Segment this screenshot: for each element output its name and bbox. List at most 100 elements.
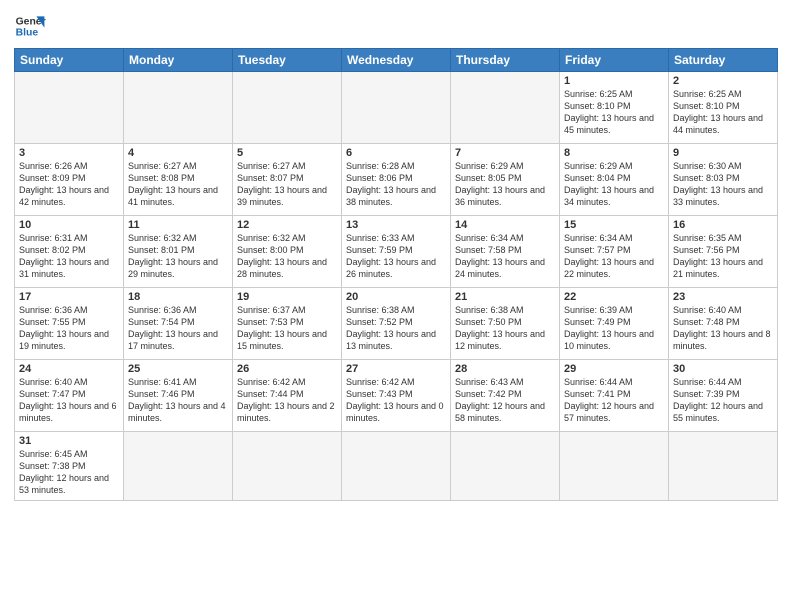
day-info: Sunrise: 6:29 AM Sunset: 8:05 PM Dayligh… [455,160,555,209]
day-info: Sunrise: 6:32 AM Sunset: 8:01 PM Dayligh… [128,232,228,281]
day-info: Sunrise: 6:45 AM Sunset: 7:38 PM Dayligh… [19,448,119,497]
calendar-cell: 28Sunrise: 6:43 AM Sunset: 7:42 PM Dayli… [451,360,560,432]
day-number: 21 [455,291,555,303]
calendar-cell: 13Sunrise: 6:33 AM Sunset: 7:59 PM Dayli… [342,216,451,288]
week-row-2: 10Sunrise: 6:31 AM Sunset: 8:02 PM Dayli… [15,216,778,288]
calendar-cell: 19Sunrise: 6:37 AM Sunset: 7:53 PM Dayli… [233,288,342,360]
week-row-3: 17Sunrise: 6:36 AM Sunset: 7:55 PM Dayli… [15,288,778,360]
calendar-cell: 3Sunrise: 6:26 AM Sunset: 8:09 PM Daylig… [15,144,124,216]
day-info: Sunrise: 6:42 AM Sunset: 7:44 PM Dayligh… [237,376,337,425]
calendar-cell [233,432,342,501]
day-number: 23 [673,291,773,303]
day-info: Sunrise: 6:41 AM Sunset: 7:46 PM Dayligh… [128,376,228,425]
calendar-cell: 31Sunrise: 6:45 AM Sunset: 7:38 PM Dayli… [15,432,124,501]
day-info: Sunrise: 6:27 AM Sunset: 8:07 PM Dayligh… [237,160,337,209]
day-number: 27 [346,363,446,375]
day-number: 1 [564,75,664,87]
day-info: Sunrise: 6:29 AM Sunset: 8:04 PM Dayligh… [564,160,664,209]
day-info: Sunrise: 6:32 AM Sunset: 8:00 PM Dayligh… [237,232,337,281]
calendar-cell: 9Sunrise: 6:30 AM Sunset: 8:03 PM Daylig… [669,144,778,216]
day-number: 28 [455,363,555,375]
week-row-0: 1Sunrise: 6:25 AM Sunset: 8:10 PM Daylig… [15,72,778,144]
weekday-header-sunday: Sunday [15,49,124,72]
calendar-cell [669,432,778,501]
day-number: 15 [564,219,664,231]
weekday-header-thursday: Thursday [451,49,560,72]
calendar: SundayMondayTuesdayWednesdayThursdayFrid… [14,48,778,501]
day-info: Sunrise: 6:43 AM Sunset: 7:42 PM Dayligh… [455,376,555,425]
day-number: 31 [19,435,119,447]
calendar-cell: 12Sunrise: 6:32 AM Sunset: 8:00 PM Dayli… [233,216,342,288]
calendar-cell [342,72,451,144]
calendar-cell: 2Sunrise: 6:25 AM Sunset: 8:10 PM Daylig… [669,72,778,144]
day-info: Sunrise: 6:26 AM Sunset: 8:09 PM Dayligh… [19,160,119,209]
calendar-cell: 27Sunrise: 6:42 AM Sunset: 7:43 PM Dayli… [342,360,451,432]
day-number: 9 [673,147,773,159]
day-info: Sunrise: 6:25 AM Sunset: 8:10 PM Dayligh… [673,88,773,137]
calendar-cell: 17Sunrise: 6:36 AM Sunset: 7:55 PM Dayli… [15,288,124,360]
day-info: Sunrise: 6:44 AM Sunset: 7:41 PM Dayligh… [564,376,664,425]
day-number: 22 [564,291,664,303]
page: General Blue SundayMondayTuesdayWednesda… [0,0,792,612]
day-number: 24 [19,363,119,375]
calendar-cell: 18Sunrise: 6:36 AM Sunset: 7:54 PM Dayli… [124,288,233,360]
day-number: 4 [128,147,228,159]
day-number: 8 [564,147,664,159]
day-info: Sunrise: 6:38 AM Sunset: 7:50 PM Dayligh… [455,304,555,353]
calendar-cell [233,72,342,144]
calendar-cell [15,72,124,144]
weekday-header-wednesday: Wednesday [342,49,451,72]
logo: General Blue [14,10,46,42]
day-number: 7 [455,147,555,159]
calendar-cell [451,72,560,144]
day-number: 16 [673,219,773,231]
day-info: Sunrise: 6:38 AM Sunset: 7:52 PM Dayligh… [346,304,446,353]
calendar-cell: 6Sunrise: 6:28 AM Sunset: 8:06 PM Daylig… [342,144,451,216]
calendar-cell: 11Sunrise: 6:32 AM Sunset: 8:01 PM Dayli… [124,216,233,288]
day-info: Sunrise: 6:37 AM Sunset: 7:53 PM Dayligh… [237,304,337,353]
calendar-cell: 4Sunrise: 6:27 AM Sunset: 8:08 PM Daylig… [124,144,233,216]
calendar-cell: 23Sunrise: 6:40 AM Sunset: 7:48 PM Dayli… [669,288,778,360]
day-number: 29 [564,363,664,375]
calendar-cell [451,432,560,501]
svg-text:Blue: Blue [16,28,39,39]
calendar-cell: 8Sunrise: 6:29 AM Sunset: 8:04 PM Daylig… [560,144,669,216]
calendar-cell: 1Sunrise: 6:25 AM Sunset: 8:10 PM Daylig… [560,72,669,144]
weekday-header-row: SundayMondayTuesdayWednesdayThursdayFrid… [15,49,778,72]
calendar-cell [124,432,233,501]
day-number: 13 [346,219,446,231]
day-number: 5 [237,147,337,159]
calendar-cell: 26Sunrise: 6:42 AM Sunset: 7:44 PM Dayli… [233,360,342,432]
day-info: Sunrise: 6:40 AM Sunset: 7:48 PM Dayligh… [673,304,773,353]
calendar-cell: 29Sunrise: 6:44 AM Sunset: 7:41 PM Dayli… [560,360,669,432]
day-number: 25 [128,363,228,375]
day-info: Sunrise: 6:34 AM Sunset: 7:58 PM Dayligh… [455,232,555,281]
day-info: Sunrise: 6:28 AM Sunset: 8:06 PM Dayligh… [346,160,446,209]
weekday-header-saturday: Saturday [669,49,778,72]
calendar-cell: 5Sunrise: 6:27 AM Sunset: 8:07 PM Daylig… [233,144,342,216]
day-number: 30 [673,363,773,375]
calendar-cell: 15Sunrise: 6:34 AM Sunset: 7:57 PM Dayli… [560,216,669,288]
weekday-header-monday: Monday [124,49,233,72]
day-info: Sunrise: 6:25 AM Sunset: 8:10 PM Dayligh… [564,88,664,137]
day-number: 11 [128,219,228,231]
day-info: Sunrise: 6:39 AM Sunset: 7:49 PM Dayligh… [564,304,664,353]
day-info: Sunrise: 6:35 AM Sunset: 7:56 PM Dayligh… [673,232,773,281]
calendar-cell: 16Sunrise: 6:35 AM Sunset: 7:56 PM Dayli… [669,216,778,288]
day-info: Sunrise: 6:31 AM Sunset: 8:02 PM Dayligh… [19,232,119,281]
weekday-header-friday: Friday [560,49,669,72]
day-number: 19 [237,291,337,303]
day-number: 10 [19,219,119,231]
day-number: 12 [237,219,337,231]
calendar-cell: 20Sunrise: 6:38 AM Sunset: 7:52 PM Dayli… [342,288,451,360]
weekday-header-tuesday: Tuesday [233,49,342,72]
day-number: 17 [19,291,119,303]
calendar-cell [560,432,669,501]
calendar-cell: 22Sunrise: 6:39 AM Sunset: 7:49 PM Dayli… [560,288,669,360]
day-number: 18 [128,291,228,303]
calendar-cell: 30Sunrise: 6:44 AM Sunset: 7:39 PM Dayli… [669,360,778,432]
day-info: Sunrise: 6:36 AM Sunset: 7:55 PM Dayligh… [19,304,119,353]
day-number: 2 [673,75,773,87]
day-info: Sunrise: 6:42 AM Sunset: 7:43 PM Dayligh… [346,376,446,425]
day-info: Sunrise: 6:36 AM Sunset: 7:54 PM Dayligh… [128,304,228,353]
